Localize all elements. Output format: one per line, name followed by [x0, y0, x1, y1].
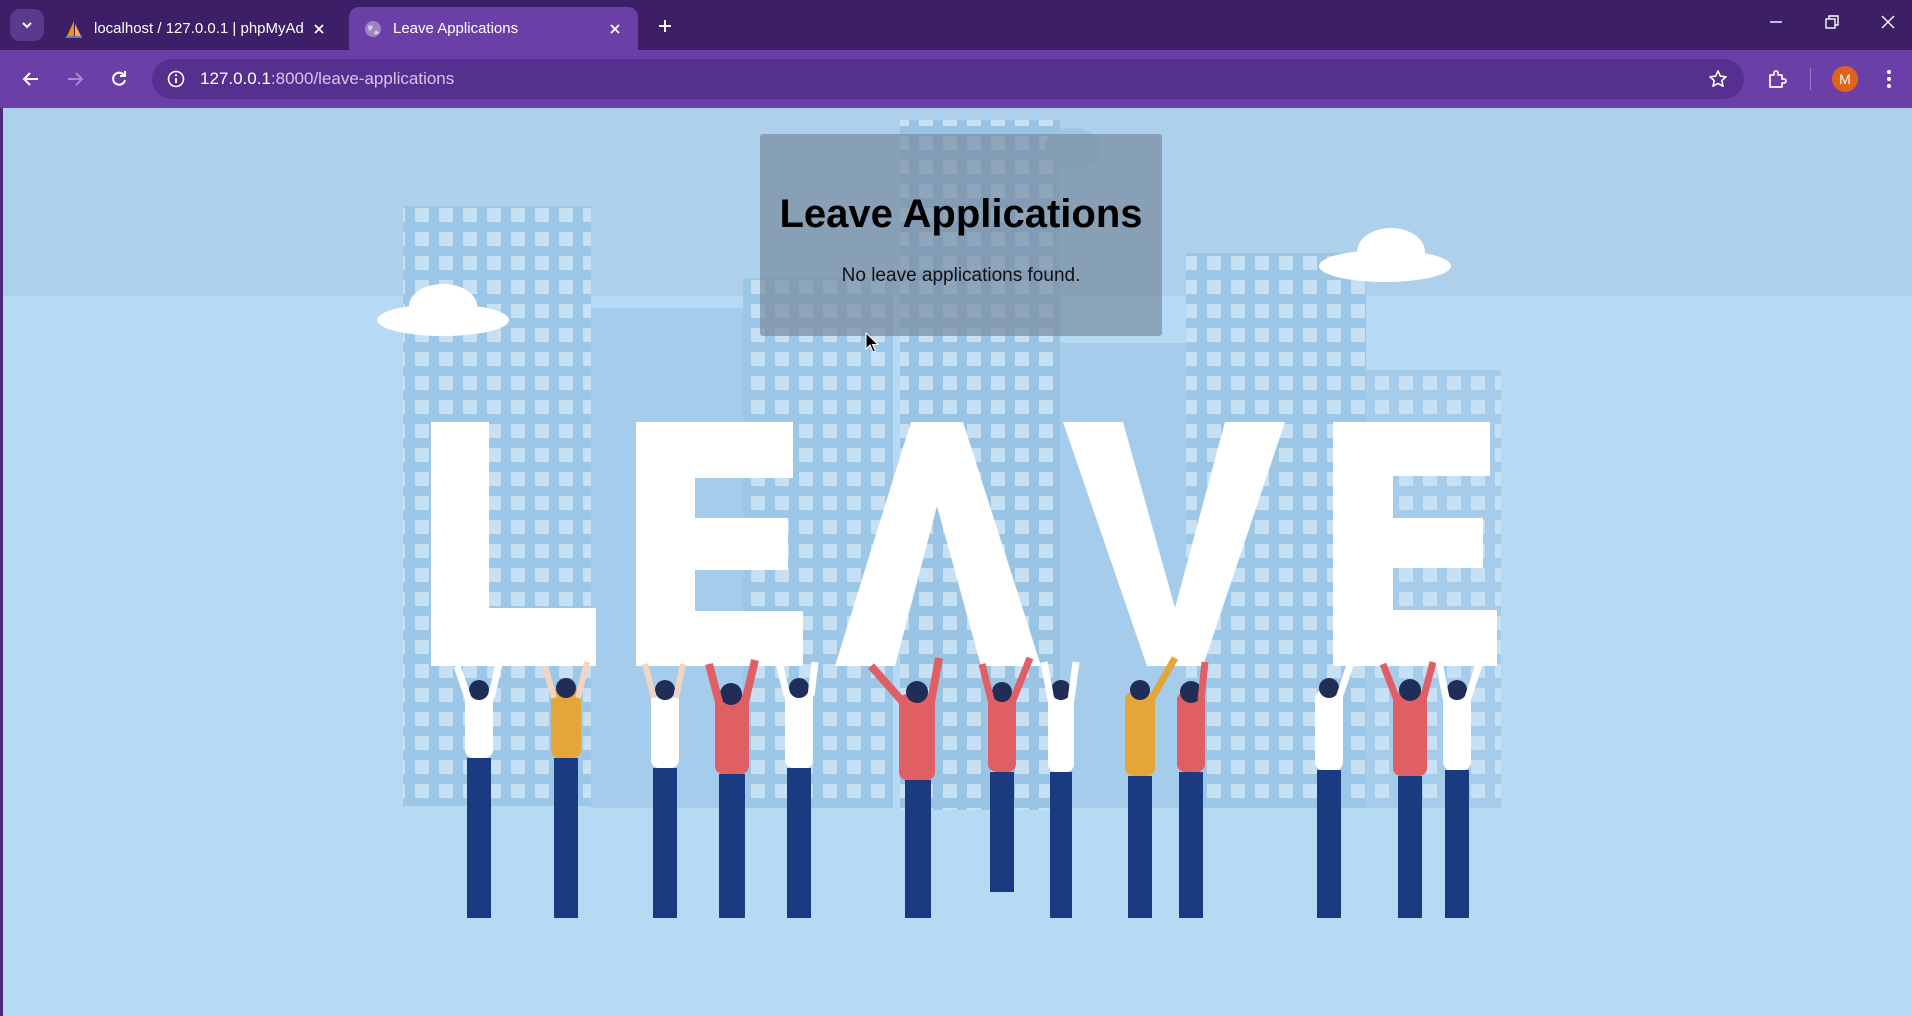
close-icon [314, 23, 324, 34]
new-tab-button[interactable] [651, 12, 679, 40]
phpmyadmin-sail-icon [66, 20, 82, 38]
url-text[interactable]: 127.0.0.1:8000/leave-applications [200, 69, 454, 89]
tab-strip: localhost / 127.0.0.1 | phpMyAd Leave Ap… [0, 0, 1912, 50]
tab-title: Leave Applications [393, 20, 519, 37]
close-window-button[interactable] [1868, 8, 1908, 36]
page-title: Leave Applications [779, 192, 1143, 236]
browser-menu-button[interactable] [1872, 62, 1906, 96]
restore-icon [1825, 15, 1839, 29]
tab-leave-applications[interactable]: Leave Applications [349, 7, 638, 50]
chevron-down-icon [22, 22, 32, 29]
tab-search-button[interactable] [10, 9, 44, 41]
mouse-cursor-icon [865, 332, 879, 353]
back-button[interactable] [14, 62, 48, 96]
profile-avatar[interactable]: M [1832, 66, 1858, 92]
reload-button[interactable] [102, 62, 136, 96]
more-vertical-icon [1887, 70, 1891, 88]
minimize-button[interactable] [1756, 8, 1796, 36]
browser-toolbar: 127.0.0.1:8000/leave-applications [0, 50, 1912, 108]
url-path: :8000/leave-applications [270, 69, 455, 88]
close-icon [1881, 15, 1895, 29]
forward-button[interactable] [58, 62, 92, 96]
plus-icon [659, 20, 671, 32]
arrow-left-icon [22, 72, 38, 86]
tab-title: localhost / 127.0.0.1 | phpMyAd [94, 20, 304, 37]
leave-applications-card: Leave Applications No leave applications… [760, 134, 1162, 336]
puzzle-piece-icon [1769, 70, 1787, 88]
close-tab-button[interactable] [308, 18, 330, 40]
restore-button[interactable] [1812, 8, 1852, 36]
tab-phpmyadmin[interactable]: localhost / 127.0.0.1 | phpMyAd [50, 7, 342, 50]
empty-state-message: No leave applications found. [841, 265, 1081, 286]
extensions-button[interactable] [1760, 62, 1794, 96]
site-info-icon[interactable] [164, 67, 188, 91]
reload-icon [112, 71, 126, 86]
page-viewport: Leave Applications No leave applications… [3, 108, 1912, 1016]
close-tab-button[interactable] [604, 18, 626, 40]
minimize-icon [1770, 21, 1782, 23]
globe-icon [365, 20, 381, 37]
bookmark-star-icon[interactable] [1706, 67, 1730, 91]
close-icon [610, 23, 620, 34]
toolbar-divider [1810, 68, 1811, 90]
url-host: 127.0.0.1 [200, 69, 271, 88]
arrow-right-icon [68, 72, 84, 86]
address-bar[interactable]: 127.0.0.1:8000/leave-applications [152, 59, 1744, 99]
